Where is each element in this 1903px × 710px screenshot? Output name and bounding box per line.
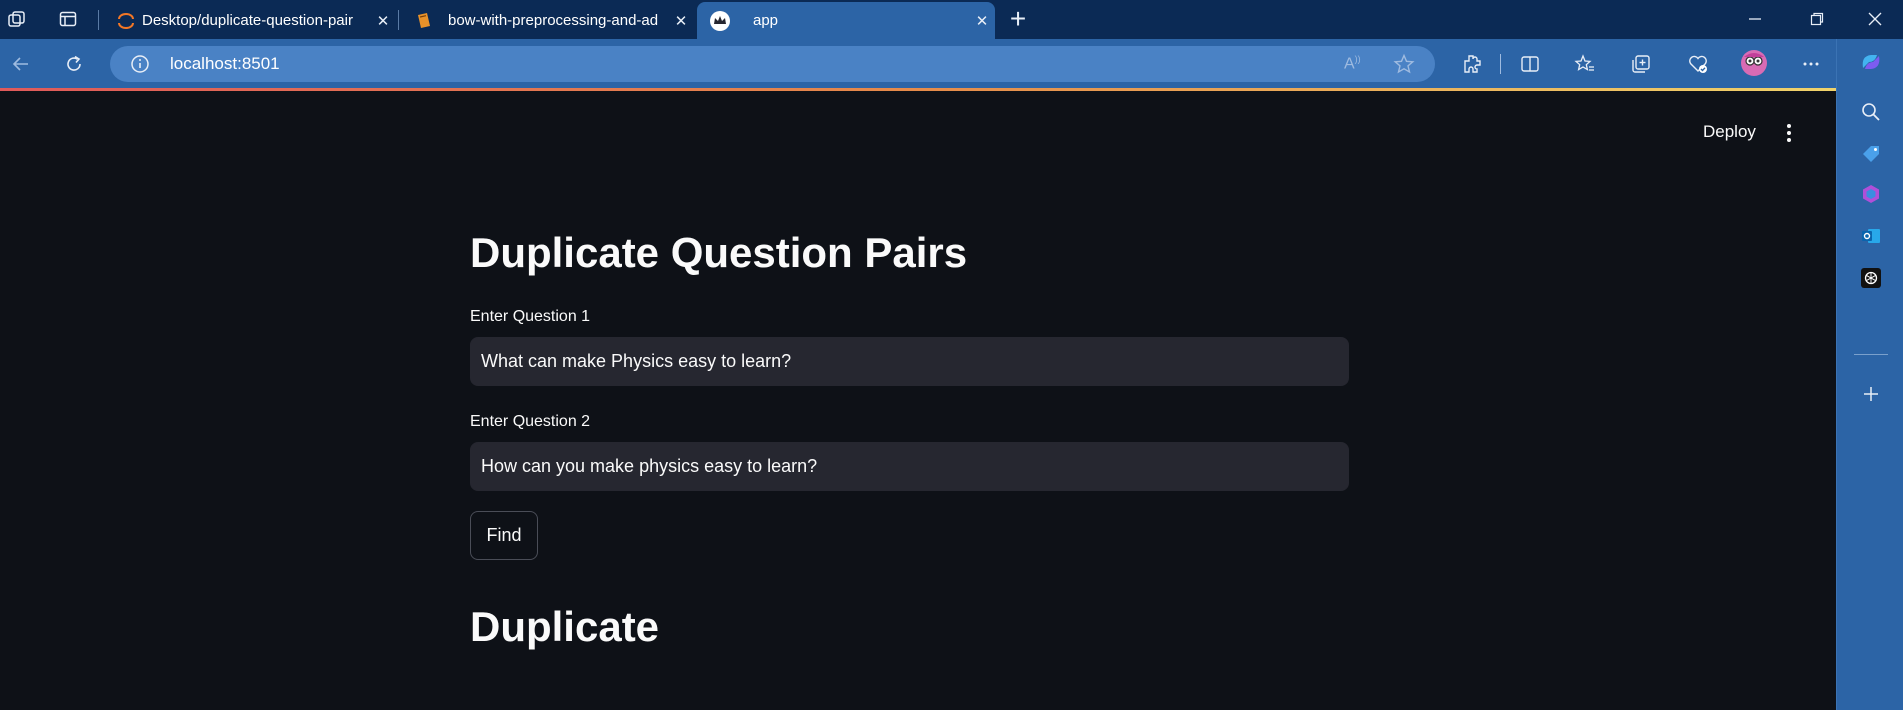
add-icon[interactable] [1837,379,1903,409]
shopping-tag-icon[interactable] [1837,139,1903,169]
streamlit-crown-icon [709,10,753,32]
tab-bar: Desktop/duplicate-question-pair ✕ bow-wi… [0,0,1903,39]
question2-label: Enter Question 2 [470,413,591,430]
more-options-icon[interactable] [1796,49,1826,79]
office-icon[interactable] [1837,179,1903,209]
tab-app[interactable]: app ✕ [697,2,995,39]
close-tab-icon[interactable]: ✕ [668,12,694,30]
copilot-icon[interactable] [1837,47,1903,77]
close-tab-icon[interactable]: ✕ [370,12,396,30]
restore-icon[interactable] [1802,6,1832,32]
main-menu-icon[interactable] [1779,121,1799,145]
collections-icon[interactable] [1626,49,1656,79]
tab-actions-icon[interactable] [55,6,81,32]
favorite-star-icon[interactable] [1393,53,1415,80]
toolbar-divider [1500,54,1501,74]
minimize-icon[interactable] [1740,6,1770,32]
chatgpt-icon[interactable] [1837,263,1903,293]
question1-input[interactable] [470,337,1349,386]
tab-notebook[interactable]: bow-with-preprocessing-and-ad ✕ [402,2,694,39]
tab-separator [98,10,99,30]
back-icon[interactable] [6,49,36,79]
browser-essentials-icon[interactable] [1683,49,1713,79]
sidebar-divider [1854,354,1888,355]
search-icon[interactable] [1837,97,1903,127]
page-title: Duplicate Question Pairs [470,229,968,276]
refresh-icon[interactable] [59,49,89,79]
deploy-button[interactable]: Deploy [1703,122,1756,142]
url-text[interactable]: localhost:8501 [170,54,280,74]
find-button[interactable]: Find [470,511,538,560]
close-window-icon[interactable] [1860,6,1890,32]
notebook-icon [414,11,448,31]
extensions-icon[interactable] [1457,49,1487,79]
new-tab-button[interactable]: + [1005,3,1031,34]
profile-avatar[interactable] [1738,47,1770,79]
tab-title: Desktop/duplicate-question-pair [142,12,353,29]
close-tab-icon[interactable]: ✕ [969,12,995,30]
site-info-icon[interactable] [130,54,150,79]
read-aloud-icon[interactable]: A)) [1344,54,1361,73]
edge-sidebar [1836,39,1903,710]
result-heading: Duplicate [470,603,660,650]
favorites-icon[interactable] [1570,49,1600,79]
tab-separator [398,10,399,30]
outlook-icon[interactable] [1837,221,1903,251]
tab-title: app [753,12,779,29]
streamlit-app: Deploy Duplicate Question Pairs Enter Qu… [0,91,1836,710]
question1-label: Enter Question 1 [470,308,591,325]
address-bar[interactable]: localhost:8501 A)) [110,46,1435,82]
tab-title: bow-with-preprocessing-and-ad [448,12,659,29]
question2-input[interactable] [470,442,1349,491]
jupyter-icon [116,11,142,31]
split-screen-icon[interactable] [1515,49,1545,79]
tab-jupyter[interactable]: Desktop/duplicate-question-pair ✕ [104,2,396,39]
workspaces-icon[interactable] [4,6,30,32]
